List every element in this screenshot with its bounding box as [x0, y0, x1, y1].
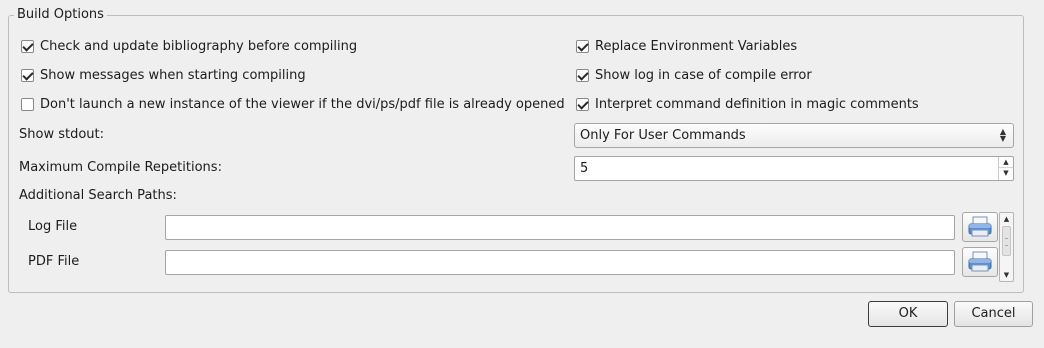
checkbox-box[interactable] [576, 97, 589, 111]
pdf-file-browse-button[interactable] [962, 247, 998, 277]
checkbox-box[interactable] [21, 39, 34, 53]
scrollbar-thumb[interactable] [1002, 226, 1011, 256]
checkbox-label: Replace Environment Variables [595, 38, 798, 54]
checkbox-box[interactable] [576, 68, 589, 82]
checkbox-no-new-viewer-instance[interactable]: Don't launch a new instance of the viewe… [21, 95, 565, 113]
checkbox-replace-env-vars[interactable]: Replace Environment Variables [576, 37, 797, 55]
checkbox-update-bibliography[interactable]: Check and update bibliography before com… [21, 37, 357, 55]
checkbox-box[interactable] [21, 97, 34, 111]
spin-buttons[interactable]: ▲ ▼ [998, 157, 1013, 180]
checkbox-interpret-magic-comments[interactable]: Interpret command definition in magic co… [576, 95, 919, 113]
log-file-input[interactable] [165, 215, 955, 240]
folder-printer-icon [968, 216, 992, 237]
show-stdout-label: Show stdout: [19, 127, 105, 142]
checkbox-show-log-on-error[interactable]: Show log in case of compile error [576, 66, 812, 84]
max-repetitions-spinbox[interactable]: 5 ▲ ▼ [574, 156, 1014, 181]
checkbox-label: Check and update bibliography before com… [40, 38, 358, 54]
log-file-browse-button[interactable] [962, 212, 998, 242]
scroll-up-icon[interactable]: ▲ [1000, 213, 1013, 225]
checkbox-box[interactable] [576, 39, 589, 53]
pdf-file-label: PDF File [28, 254, 80, 269]
checkbox-label: Show log in case of compile error [595, 67, 812, 83]
log-file-label: Log File [28, 219, 78, 234]
search-paths-label: Additional Search Paths: [19, 188, 177, 203]
max-repetitions-value: 5 [580, 161, 589, 176]
cancel-button[interactable]: Cancel [954, 301, 1033, 327]
max-repetitions-label: Maximum Compile Repetitions: [19, 160, 222, 175]
show-stdout-select[interactable]: Only For User Commands ▲ ▼ [574, 123, 1014, 148]
checkbox-box[interactable] [21, 68, 34, 82]
checkbox-label: Show messages when starting compiling [40, 67, 306, 83]
pdf-file-input[interactable] [165, 250, 955, 275]
checkbox-label: Interpret command definition in magic co… [595, 96, 919, 112]
updown-arrows-icon: ▲ ▼ [999, 127, 1007, 143]
spin-down-icon[interactable]: ▼ [999, 168, 1013, 179]
folder-printer-icon [968, 251, 992, 272]
checkbox-label: Don't launch a new instance of the viewe… [40, 96, 565, 112]
search-paths-scrollbar[interactable]: ▲ ▼ [999, 212, 1014, 282]
checkbox-show-messages[interactable]: Show messages when starting compiling [21, 66, 306, 84]
scroll-down-icon[interactable]: ▼ [1000, 269, 1013, 281]
show-stdout-value: Only For User Commands [580, 128, 746, 143]
group-title: Build Options [14, 7, 107, 23]
spin-up-icon[interactable]: ▲ [999, 157, 1013, 168]
ok-button[interactable]: OK [868, 301, 948, 327]
